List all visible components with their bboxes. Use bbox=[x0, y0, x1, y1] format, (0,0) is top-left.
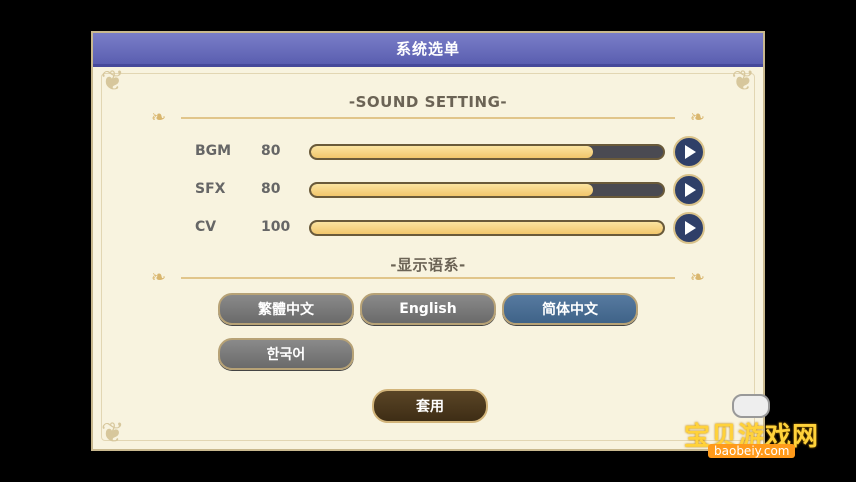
lang-korean-button[interactable]: 한국어 bbox=[218, 338, 354, 370]
divider-ornament: ❧ ❧ bbox=[151, 107, 705, 128]
site-watermark-logo: 宝贝游戏网 baobeiy.com bbox=[680, 392, 840, 472]
play-icon bbox=[685, 221, 696, 235]
sfx-row: SFX 80 bbox=[93, 174, 763, 206]
scroll-ornament-icon: ❧ bbox=[689, 107, 705, 128]
corner-ornament-icon: ❦ bbox=[731, 64, 755, 97]
apply-button[interactable]: 套用 bbox=[372, 389, 488, 423]
sfx-value: 80 bbox=[261, 181, 281, 197]
sfx-slider[interactable] bbox=[309, 182, 665, 198]
cv-slider[interactable] bbox=[309, 220, 665, 236]
sfx-play-button[interactable] bbox=[673, 174, 705, 206]
watermark-url: baobeiy.com bbox=[708, 444, 796, 458]
menu-title: 系统选单 bbox=[93, 33, 763, 67]
sound-setting-heading: -SOUND SETTING- bbox=[348, 93, 508, 111]
cv-label: CV bbox=[195, 219, 217, 235]
lang-traditional-chinese-button[interactable]: 繁體中文 bbox=[218, 293, 354, 325]
scroll-ornament-icon: ❧ bbox=[151, 267, 167, 288]
bgm-slider[interactable] bbox=[309, 144, 665, 160]
play-icon bbox=[685, 183, 696, 197]
cv-play-button[interactable] bbox=[673, 212, 705, 244]
lang-simplified-chinese-button[interactable]: 简体中文 bbox=[502, 293, 638, 325]
corner-ornament-icon: ❦ bbox=[101, 64, 125, 97]
bgm-value: 80 bbox=[261, 143, 281, 159]
corner-ornament-icon: ❦ bbox=[101, 416, 125, 449]
gamepad-icon bbox=[732, 394, 770, 418]
bgm-play-button[interactable] bbox=[673, 136, 705, 168]
bgm-label: BGM bbox=[195, 143, 232, 159]
cv-row: CV 100 bbox=[93, 212, 763, 244]
scroll-ornament-icon: ❧ bbox=[689, 267, 705, 288]
scroll-ornament-icon: ❧ bbox=[151, 107, 167, 128]
divider-ornament: ❧ ❧ bbox=[151, 267, 705, 288]
system-menu-panel: 系统选单 ❦ ❦ ❦ -SOUND SETTING- ❧ ❧ BGM 80 SF… bbox=[91, 31, 765, 451]
bgm-row: BGM 80 bbox=[93, 136, 763, 168]
cv-value: 100 bbox=[261, 219, 291, 235]
sfx-label: SFX bbox=[195, 181, 226, 197]
play-icon bbox=[685, 145, 696, 159]
lang-english-button[interactable]: English bbox=[360, 293, 496, 325]
